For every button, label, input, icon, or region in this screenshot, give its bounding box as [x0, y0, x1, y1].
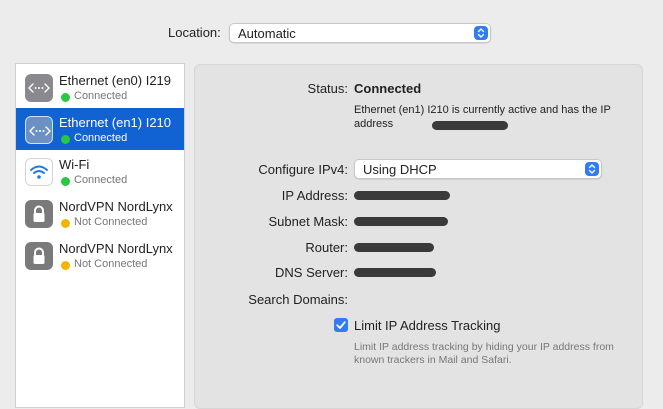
configure-ipv4-select[interactable]: Using DHCP — [354, 159, 602, 179]
service-status: Not Connected — [74, 216, 148, 228]
checkmark-icon — [336, 321, 346, 329]
redacted-dns-server — [354, 268, 436, 277]
ethernet-icon — [25, 116, 53, 144]
ip-address-label: IP Address: — [281, 188, 348, 203]
configure-ipv4-label: Configure IPv4: — [258, 162, 348, 177]
service-status: Connected — [74, 174, 128, 186]
service-name: Ethernet (en0) I219 — [59, 73, 172, 88]
wifi-icon — [25, 158, 53, 186]
configure-ipv4-value: Using DHCP — [363, 162, 437, 177]
service-list: Ethernet (en0) I219 Connected Ethernet (… — [15, 63, 185, 408]
service-item-ethernet-en0[interactable]: Ethernet (en0) I219 Connected — [16, 66, 184, 108]
location-value: Automatic — [238, 26, 296, 41]
subnet-mask-label: Subnet Mask: — [268, 214, 349, 229]
redacted-ip-address — [354, 191, 450, 200]
status-dot — [61, 261, 70, 270]
search-domains-label: Search Domains: — [248, 292, 348, 307]
redacted-subnet-mask — [354, 217, 448, 226]
service-status: Not Connected — [74, 258, 148, 270]
lock-icon — [25, 200, 53, 228]
lock-icon — [25, 242, 53, 270]
redacted-ip — [432, 121, 508, 130]
service-name: Wi-Fi — [59, 157, 90, 172]
limit-ip-tracking-help: Limit IP address tracking by hiding your… — [354, 341, 614, 366]
location-label: Location: — [168, 25, 221, 40]
status-dot — [61, 135, 70, 144]
status-dot — [61, 219, 70, 228]
status-dot — [61, 93, 70, 102]
status-label: Status: — [307, 81, 348, 96]
service-name: NordVPN NordLynx — [59, 241, 173, 256]
service-status: Connected — [74, 132, 128, 144]
chevron-updown-icon — [585, 162, 599, 176]
limit-ip-tracking-checkbox[interactable] — [334, 318, 348, 332]
status-value: Connected — [354, 81, 422, 96]
service-name: Ethernet (en1) I210 — [59, 115, 172, 130]
redacted-router — [354, 243, 434, 252]
router-label: Router: — [305, 240, 348, 255]
service-item-ethernet-en1[interactable]: Ethernet (en1) I210 Connected — [16, 108, 184, 150]
limit-ip-tracking-label[interactable]: Limit IP Address Tracking — [354, 318, 500, 333]
service-item-nordvpn-1[interactable]: NordVPN NordLynx Not Connected — [16, 192, 184, 234]
dns-server-label: DNS Server: — [275, 265, 348, 280]
chevron-updown-icon — [474, 26, 488, 40]
service-item-wifi[interactable]: Wi-Fi Connected — [16, 150, 184, 192]
service-item-nordvpn-2[interactable]: NordVPN NordLynx Not Connected — [16, 234, 184, 276]
service-status: Connected — [74, 90, 128, 102]
service-name: NordVPN NordLynx — [59, 199, 173, 214]
ethernet-icon — [25, 74, 53, 102]
location-select[interactable]: Automatic — [229, 23, 491, 43]
status-dot — [61, 177, 70, 186]
